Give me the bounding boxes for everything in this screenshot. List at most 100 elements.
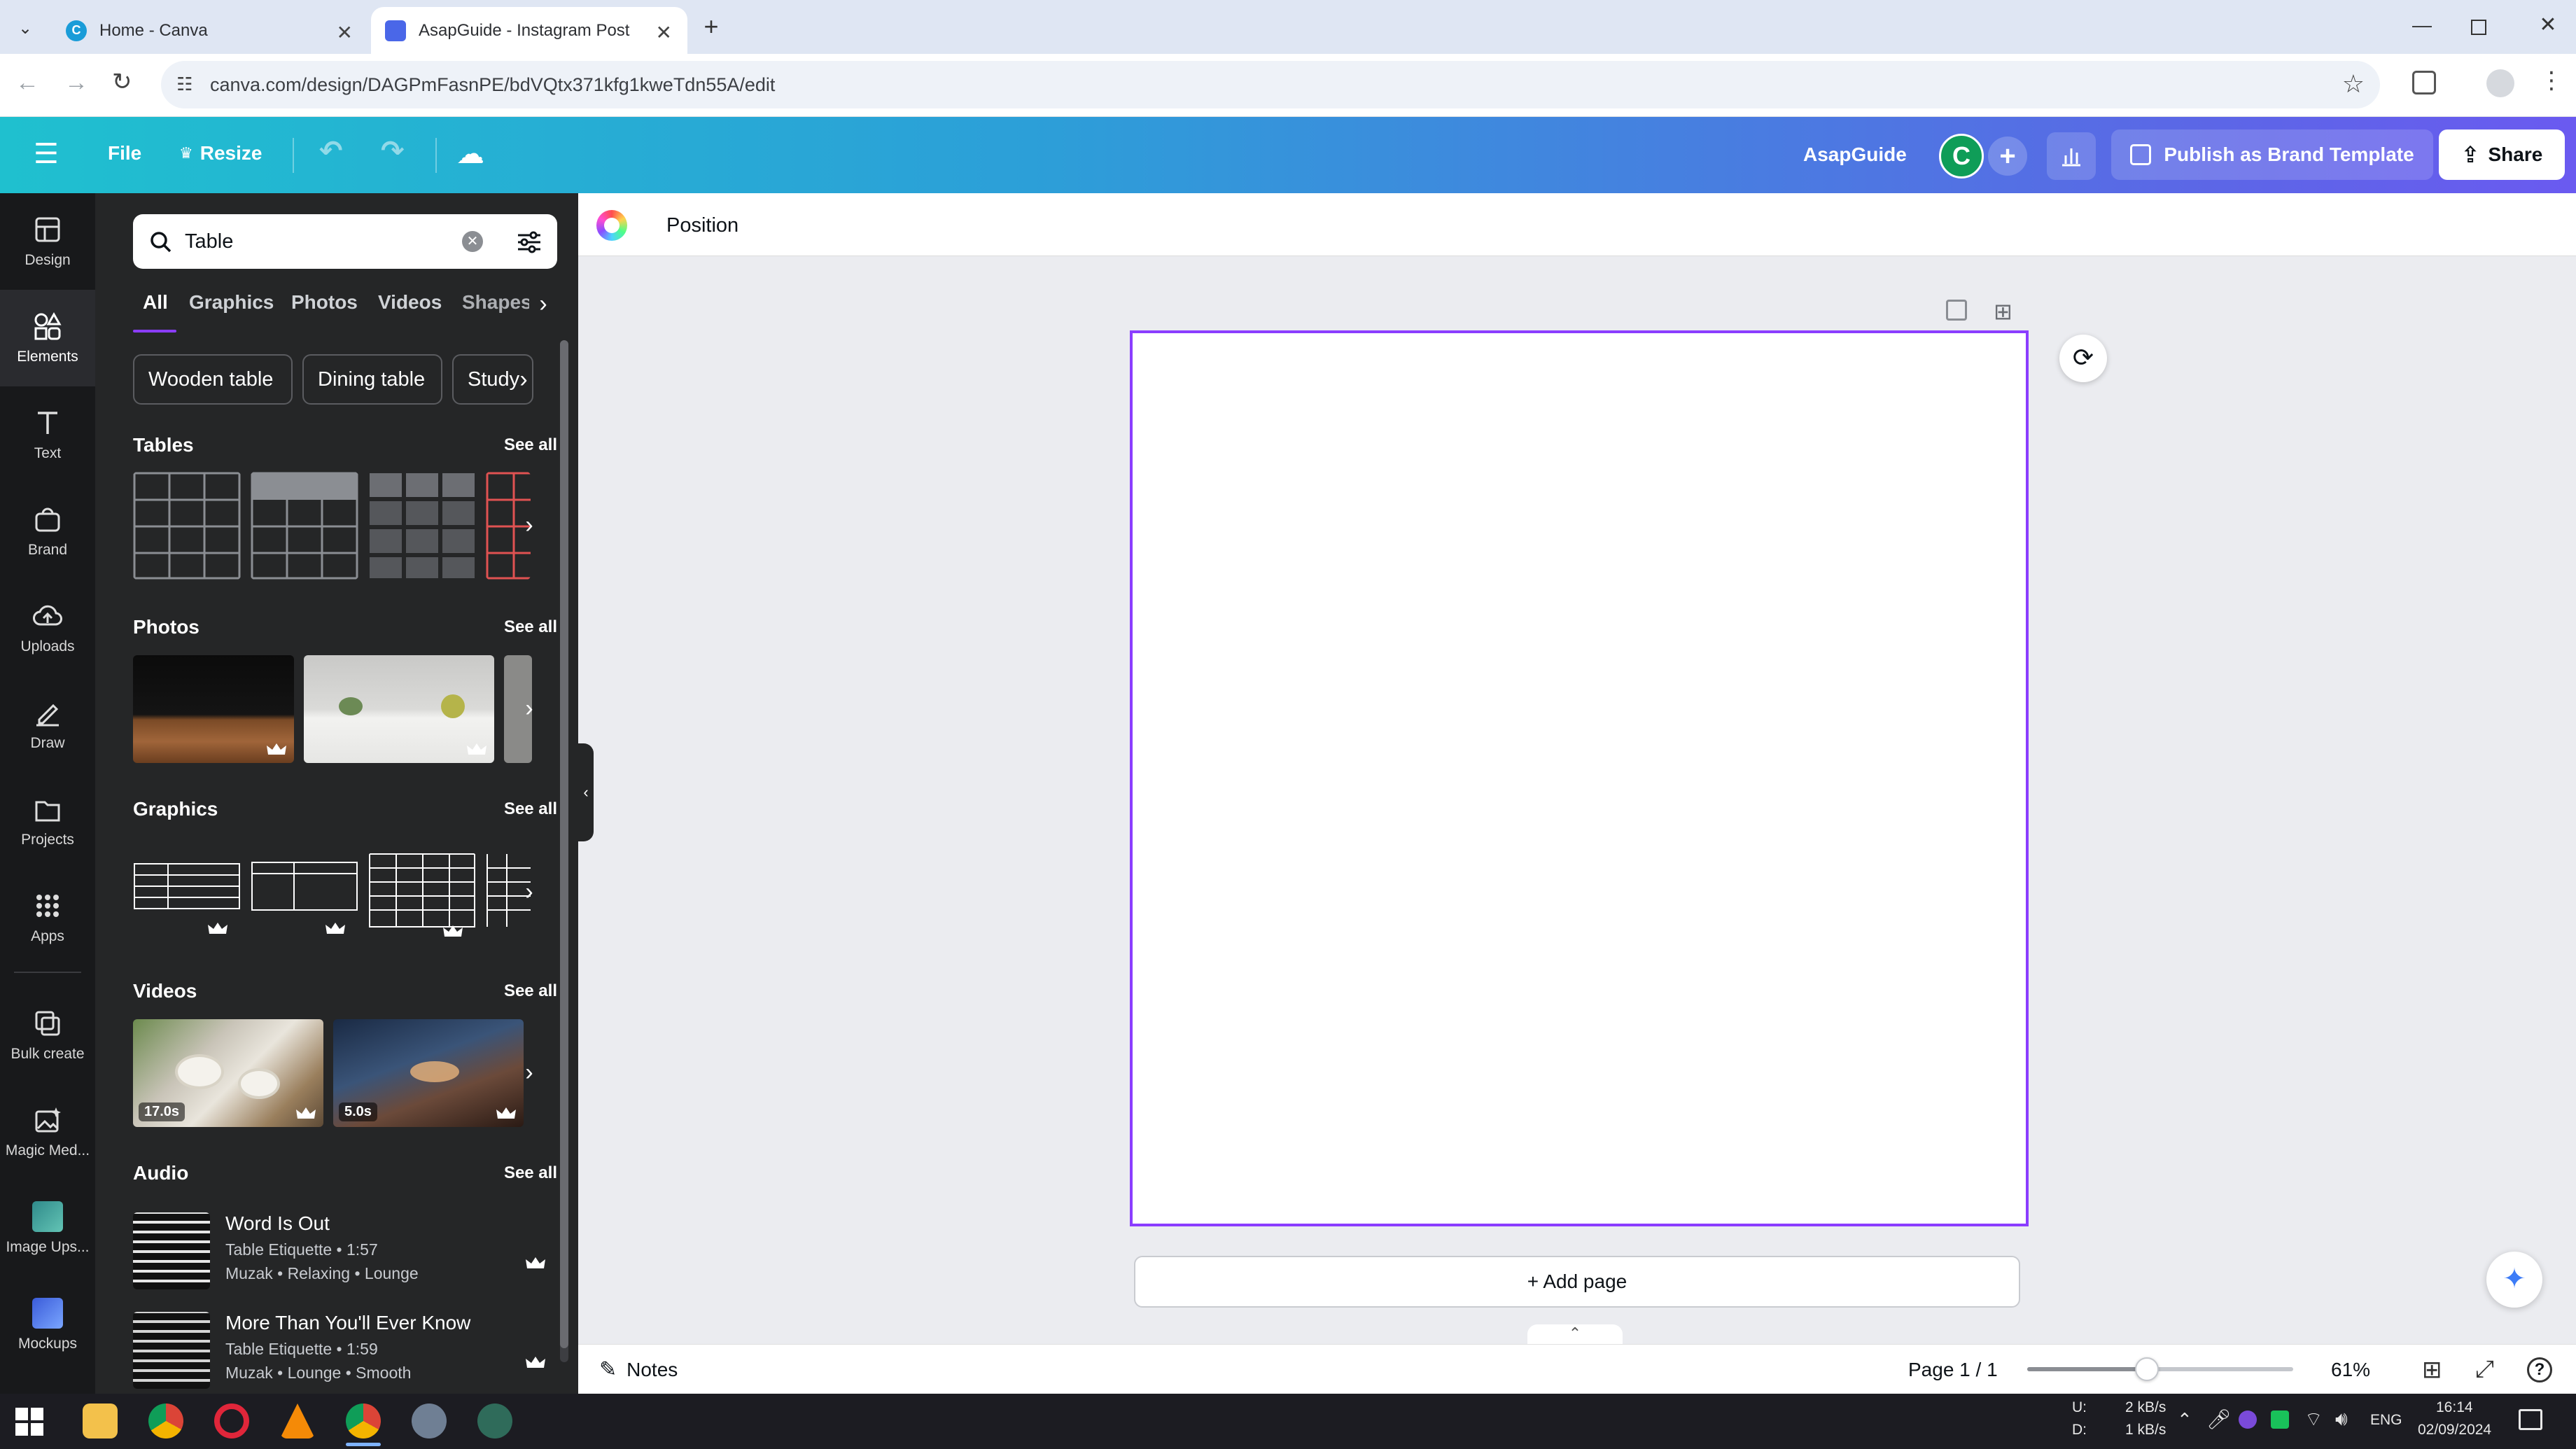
back-icon[interactable]: ← [15,69,39,97]
clear-search-icon[interactable]: ✕ [462,231,483,252]
grid-view-icon[interactable]: ⊞ [2422,1356,2442,1384]
search-box[interactable]: ✕ [133,214,557,269]
main-menu-icon[interactable]: ☰ [34,138,59,170]
cloud-save-icon[interactable]: ☁ [456,138,484,170]
notifications-icon[interactable] [2519,1409,2542,1430]
insights-icon[interactable] [2047,132,2096,180]
clock-time[interactable]: 16:14 [2436,1399,2473,1416]
panel-scrollbar[interactable] [560,340,568,1362]
new-tab-button[interactable]: + [694,11,728,45]
table-thumbnail[interactable] [251,472,358,580]
browser-tab-design[interactable]: AsapGuide - Instagram Post ✕ [371,7,687,54]
close-window-icon[interactable]: ✕ [2534,13,2562,41]
see-all-videos-link[interactable]: See all [504,981,557,1001]
file-explorer-icon[interactable] [83,1404,118,1438]
suggestion-chip[interactable]: Wooden table [133,354,293,405]
rail-item-bulk-create[interactable]: Bulk create [0,987,95,1084]
share-button[interactable]: ⇪ Share [2439,130,2565,180]
show-pages-tab[interactable]: ⌃ [1527,1324,1623,1345]
refresh-icon[interactable]: ⟳ [2059,335,2107,382]
language-indicator[interactable]: ENG [2370,1412,2402,1429]
rail-item-brand[interactable]: Brand [0,483,95,580]
restore-icon[interactable] [2471,20,2486,35]
rail-item-text[interactable]: Text [0,386,95,483]
close-tab-icon[interactable]: ✕ [656,21,672,44]
site-info-icon[interactable]: ☷ [176,74,192,95]
rail-item-projects[interactable]: Projects [0,773,95,869]
search-input[interactable] [185,225,451,258]
rail-item-uploads[interactable]: Uploads [0,580,95,676]
vlc-icon[interactable] [280,1404,315,1438]
browser-tab-home[interactable]: C Home - Canva ✕ [52,7,368,54]
tab-list-button[interactable]: ⌄ [10,13,41,43]
url-field[interactable]: ☷ canva.com/design/DAGPmFasnPE/bdVQtx371… [161,61,2380,108]
fullscreen-icon[interactable]: ⤢ [2475,1356,2494,1383]
photo-thumbnail-wood-table[interactable] [133,655,294,763]
collapse-panel-handle[interactable]: ‹ [578,743,594,841]
table-thumbnail[interactable] [368,472,476,580]
tray-app-icon[interactable] [2239,1410,2257,1429]
rail-item-design[interactable]: Design [0,193,95,290]
see-all-tables-link[interactable]: See all [504,435,557,455]
rail-item-mockups[interactable]: Mockups [0,1277,95,1373]
audio-track[interactable]: Word Is Out Table Etiquette • 1:57 Muzak… [133,1212,560,1294]
browser-menu-icon[interactable]: ⋮ [2540,66,2563,94]
app-icon[interactable] [412,1404,447,1438]
rail-item-image-upscaler[interactable]: Image Ups... [0,1180,95,1277]
file-menu-button[interactable]: File [108,142,141,164]
rail-item-draw[interactable]: Draw [0,676,95,773]
graphics-scroll-right-icon[interactable]: › [515,878,543,906]
extensions-icon[interactable] [2412,71,2436,94]
color-picker-icon[interactable] [596,210,627,241]
filter-icon[interactable] [515,228,543,256]
resize-button[interactable]: ♛ Resize [179,142,262,164]
position-button[interactable]: Position [666,214,738,237]
add-page-icon[interactable]: ⊞ [1994,298,2012,325]
minimize-icon[interactable]: — [2408,14,2436,42]
rail-item-elements[interactable]: Elements [0,290,95,386]
avatar[interactable]: C [1939,134,1984,178]
zoom-slider-knob[interactable] [2135,1357,2159,1381]
magic-assistant-button[interactable]: ✦ [2486,1252,2542,1308]
redo-icon[interactable]: ↷ [381,135,405,167]
photos-scroll-right-icon[interactable]: › [515,694,543,722]
volume-icon[interactable]: 🔊︎ [2335,1408,2348,1431]
profile-icon[interactable] [2486,69,2514,97]
clock-date[interactable]: 02/09/2024 [2418,1422,2491,1438]
opera-icon[interactable] [214,1404,249,1438]
photo-thumbnail-white-table[interactable] [304,655,494,763]
see-all-audio-link[interactable]: See all [504,1163,557,1183]
network-icon[interactable]: ⌔ [2304,1408,2323,1432]
tab-graphics[interactable]: Graphics [189,291,274,314]
bookmark-star-icon[interactable]: ☆ [2342,69,2365,99]
zoom-level[interactable]: 61% [2331,1359,2370,1381]
videos-scroll-right-icon[interactable]: › [515,1058,543,1086]
forward-icon[interactable]: → [64,69,88,97]
add-page-button[interactable]: + Add page [1134,1256,2020,1308]
tables-scroll-right-icon[interactable]: › [515,511,543,539]
tab-photos[interactable]: Photos [291,291,358,314]
app-icon[interactable] [477,1404,512,1438]
chrome-icon[interactable] [148,1404,183,1438]
publish-brand-template-button[interactable]: Publish as Brand Template [2111,130,2433,180]
tab-videos[interactable]: Videos [378,291,442,314]
see-all-graphics-link[interactable]: See all [504,799,557,819]
page-indicator[interactable]: Page 1 / 1 [1908,1359,1998,1381]
tab-shapes[interactable]: Shapes [462,291,529,314]
video-thumbnail-restaurant[interactable]: 5.0s [333,1019,524,1127]
chrome-active-icon[interactable] [346,1404,381,1438]
zoom-slider[interactable] [2027,1357,2293,1381]
video-thumbnail-dining[interactable]: 17.0s [133,1019,323,1127]
table-thumbnail[interactable] [133,472,241,580]
notes-button[interactable]: ✎ Notes [599,1357,678,1382]
audio-track[interactable]: More Than You'll Ever Know Table Etiquet… [133,1312,560,1393]
rail-item-magic-media[interactable]: Magic Med... [0,1084,95,1180]
tab-all[interactable]: All [143,291,168,314]
graphic-thumbnail[interactable] [133,853,241,920]
panel-scrollbar-thumb[interactable] [560,340,568,1348]
team-name[interactable]: AsapGuide [1803,144,1907,166]
suggestion-chip[interactable]: Dining table [302,354,442,405]
undo-icon[interactable]: ↶ [319,135,343,167]
tray-app-icon[interactable] [2271,1410,2289,1429]
show-hidden-icons[interactable]: ⌃ [2177,1409,2192,1431]
